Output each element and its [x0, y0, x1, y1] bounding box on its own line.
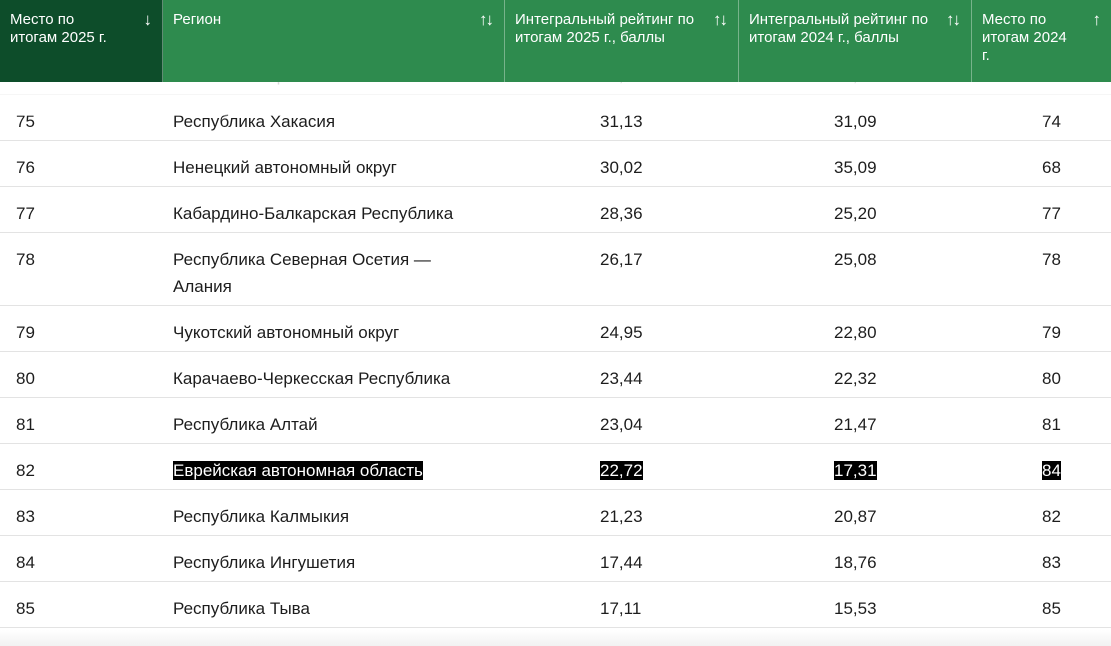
column-header-region[interactable]: Регион ↑↓ — [163, 0, 505, 82]
highlighted-text: Еврейская автономная область — [173, 461, 423, 480]
place-2024-cell: 68 — [1042, 158, 1061, 177]
table-row: 76 Ненецкий автономный округ 30,02 35,09 68 — [0, 141, 1111, 187]
highlighted-text: 84 — [1042, 461, 1061, 480]
region-cell: Республика Калмыкия — [173, 507, 350, 526]
rating-2025-cell: 32,32 — [600, 82, 643, 89]
place-cell: 77 — [16, 204, 35, 223]
table-body[interactable]: 74 Камчатский край 32,32 29,75 76 75 Республик… — [0, 82, 1111, 646]
place-2024-cell: 78 — [1042, 250, 1061, 269]
rating-2025-cell: 22,72 — [600, 457, 643, 484]
column-header-label: Место по итогам 2024 г. — [982, 11, 1067, 64]
column-header-label: Место по итогам 2025 г. — [10, 11, 107, 46]
place-cell: 85 — [16, 599, 35, 618]
place-2024-cell: 83 — [1042, 553, 1061, 572]
table-row: 82 Еврейская автономная область 22,72 17,31… — [0, 444, 1111, 490]
region-cell: Еврейская автономная область — [173, 457, 473, 484]
rating-2024-cell: 31,09 — [834, 112, 877, 131]
region-cell: Республика Тыва — [173, 599, 310, 618]
column-header-rating-2024[interactable]: Интегральный рейтинг по итогам 2024 г., … — [739, 0, 972, 82]
place-cell: 82 — [16, 461, 35, 480]
place-2024-cell: 84 — [1042, 457, 1061, 484]
arrow-down-icon[interactable]: ↓ — [144, 11, 152, 28]
region-cell: Республика Северная Осетия — Алания — [173, 250, 431, 296]
place-2024-cell: 81 — [1042, 415, 1061, 434]
region-cell: Республика Хакасия — [173, 112, 336, 131]
rating-2025-cell: 31,13 — [600, 112, 643, 131]
place-cell: 81 — [16, 415, 35, 434]
region-cell: Карачаево-Черкесская Республика — [173, 369, 451, 388]
place-cell: 74 — [16, 82, 35, 89]
rating-2024-cell: 25,20 — [834, 204, 877, 223]
rating-2025-cell: 17,44 — [600, 553, 643, 572]
column-header-label: Интегральный рейтинг по итогам 2024 г., … — [749, 11, 929, 46]
table-row: 84 Республика Ингушетия 17,44 18,76 83 — [0, 536, 1111, 582]
rating-2025-cell: 21,23 — [600, 507, 643, 526]
region-cell: Республика Ингушетия — [173, 553, 356, 572]
table-row: 75 Республика Хакасия 31,13 31,09 74 — [0, 95, 1111, 141]
table-row: 85 Республика Тыва 17,11 15,53 85 — [0, 582, 1111, 628]
scroll-fade-bottom — [0, 630, 1111, 646]
place-cell: 83 — [16, 507, 35, 526]
place-cell: 79 — [16, 323, 35, 342]
rating-2024-cell: 21,47 — [834, 415, 877, 434]
place-2024-cell: 79 — [1042, 323, 1061, 342]
table-row: 83 Республика Калмыкия 21,23 20,87 82 — [0, 490, 1111, 536]
table-row: 77 Кабардино-Балкарская Республика 28,36 25… — [0, 187, 1111, 233]
rating-2025-cell: 23,04 — [600, 415, 643, 434]
rating-table: Место по итогам 2025 г. ↓ Регион ↑↓ Инте… — [0, 0, 1111, 646]
column-header-label: Регион — [173, 11, 222, 28]
place-cell: 76 — [16, 158, 35, 177]
column-header-label: Интегральный рейтинг по итогам 2025 г., … — [515, 11, 695, 46]
region-cell: Республика Алтай — [173, 415, 318, 434]
place-2024-cell: 77 — [1042, 204, 1061, 223]
region-cell: Камчатский край — [173, 82, 473, 89]
place-2024-cell: 74 — [1042, 112, 1061, 131]
rating-2025-cell: 28,36 — [600, 204, 643, 223]
column-header-rating-2025[interactable]: Интегральный рейтинг по итогам 2025 г., … — [505, 0, 739, 82]
highlighted-text: 17,31 — [834, 461, 877, 480]
table-row: 80 Карачаево-Черкесская Республика 23,44 22… — [0, 352, 1111, 398]
rating-2024-cell: 29,75 — [834, 82, 877, 89]
table-header: Место по итогам 2025 г. ↓ Регион ↑↓ Инте… — [0, 0, 1111, 82]
sort-updown-icon[interactable]: ↑↓ — [479, 11, 494, 28]
rating-2025-cell: 24,95 — [600, 323, 643, 342]
place-2024-cell: 76 — [1042, 82, 1061, 89]
place-cell: 84 — [16, 553, 35, 572]
place-cell: 75 — [16, 112, 35, 131]
place-cell: 78 — [16, 250, 35, 269]
table-row: 79 Чукотский автономный округ 24,95 22,80 79 — [0, 306, 1111, 352]
column-header-place-2024[interactable]: Место по итогам 2024 г. ↑ — [972, 0, 1111, 82]
rating-2025-cell: 23,44 — [600, 369, 643, 388]
rating-2025-cell: 17,11 — [600, 599, 642, 618]
highlighted-text: 22,72 — [600, 461, 643, 480]
rating-2024-cell: 22,32 — [834, 369, 877, 388]
rating-2024-cell: 35,09 — [834, 158, 877, 177]
table-row: 78 Республика Северная Осетия — Алания 26,… — [0, 233, 1111, 306]
region-cell: Чукотский автономный округ — [173, 323, 400, 342]
place-2024-cell: 80 — [1042, 369, 1061, 388]
rating-2024-cell: 17,31 — [834, 457, 877, 484]
rating-2024-cell: 20,87 — [834, 507, 877, 526]
table-row: 81 Республика Алтай 23,04 21,47 81 — [0, 398, 1111, 444]
place-2024-cell: 85 — [1042, 599, 1061, 618]
rating-2024-cell: 22,80 — [834, 323, 877, 342]
rating-2024-cell: 15,53 — [834, 599, 877, 618]
place-2024-cell: 82 — [1042, 507, 1061, 526]
sort-updown-icon[interactable]: ↑↓ — [713, 11, 728, 28]
region-cell: Кабардино-Балкарская Республика — [173, 204, 454, 223]
sort-updown-icon[interactable]: ↑↓ — [946, 11, 961, 28]
region-cell: Ненецкий автономный округ — [173, 158, 397, 177]
rating-2024-cell: 25,08 — [834, 250, 877, 269]
place-cell: 80 — [16, 369, 35, 388]
rating-2024-cell: 18,76 — [834, 553, 877, 572]
table-row: 74 Камчатский край 32,32 29,75 76 — [0, 82, 1111, 95]
arrow-up-icon[interactable]: ↑ — [1093, 11, 1101, 28]
table-rows: 74 Камчатский край 32,32 29,75 76 75 Республик… — [0, 82, 1111, 628]
rating-2025-cell: 30,02 — [600, 158, 643, 177]
rating-2025-cell: 26,17 — [600, 250, 643, 269]
column-header-place-2025[interactable]: Место по итогам 2025 г. ↓ — [0, 0, 163, 82]
